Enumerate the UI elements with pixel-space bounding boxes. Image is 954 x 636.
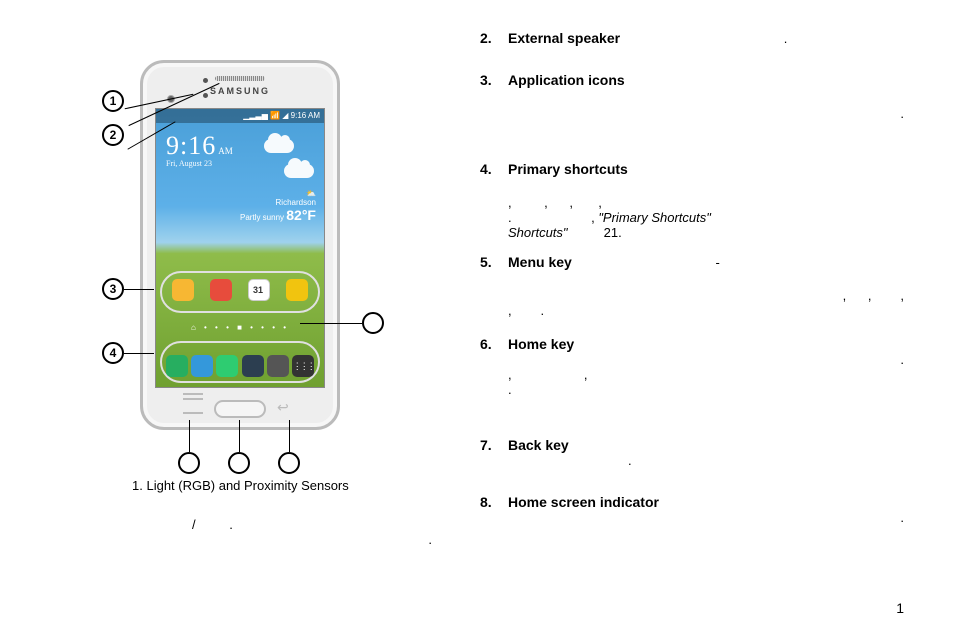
callout-marker-2: 2 — [102, 124, 124, 146]
page-number: 1 — [896, 600, 904, 616]
home-screen-indicator: ⌂ • • • ■ • • • • — [156, 323, 324, 332]
item-description: . — [900, 106, 904, 121]
apps-drawer-icon — [292, 355, 314, 377]
left-column: SAMSUNG ▁▂▃▅ 📶 ◢ 9:16 AM 9:16AM Fri, Aug… — [0, 0, 460, 636]
home-button-icon — [214, 400, 266, 418]
clock-ampm: AM — [218, 146, 233, 156]
item-number: 3. — [480, 72, 492, 88]
item-description: / . . — [132, 517, 432, 565]
cloud-icon — [284, 164, 314, 178]
item-description: . — [508, 382, 904, 397]
item-description: . — [508, 510, 904, 525]
weather-temp: 82°F — [286, 207, 316, 223]
callout-marker-4: 4 — [102, 342, 124, 364]
callout-line — [189, 420, 190, 452]
earpiece-icon — [215, 76, 265, 81]
phone-illustration: SAMSUNG ▁▂▃▅ 📶 ◢ 9:16 AM 9:16AM Fri, Aug… — [140, 60, 340, 430]
sensor-dot-icon — [203, 93, 208, 98]
app-icons-row — [164, 279, 316, 301]
email-icon — [210, 279, 232, 301]
list-item-1: 1. Light (RGB) and Proximity Sensors / .… — [110, 478, 432, 565]
sensor-dot-icon — [203, 78, 208, 83]
clock-date: Fri, August 23 — [166, 159, 233, 168]
item-description: , , — [508, 367, 904, 382]
callout-marker-3: 3 — [102, 278, 124, 300]
callout-line — [239, 420, 240, 452]
item-number: 4. — [480, 161, 492, 177]
status-bar: ▁▂▃▅ 📶 ◢ 9:16 AM — [156, 109, 324, 123]
list-item-7: 7. Back key . — [480, 437, 904, 468]
desc-period: . — [428, 532, 432, 547]
callout-marker-blank — [278, 452, 300, 474]
item-term: External speaker — [508, 30, 620, 46]
cross-reference: "Primary Shortcuts" — [598, 210, 711, 225]
item-term: Light (RGB) and Proximity Sensors — [146, 478, 348, 493]
notes-icon — [286, 279, 308, 301]
item-number: 2. — [480, 30, 492, 46]
callout-line — [289, 420, 290, 452]
list-item-6: 6. Home key . , , . — [480, 336, 904, 397]
contacts-icon — [172, 279, 194, 301]
cross-reference-tail: Shortcuts" — [508, 225, 568, 240]
page-ref: 21. — [568, 225, 622, 240]
clock-widget: 9:16AM Fri, August 23 — [166, 131, 233, 168]
item-term: Back key — [508, 437, 569, 453]
callout-marker-blank — [228, 452, 250, 474]
messaging-icon — [191, 355, 213, 377]
chat-icon — [216, 355, 238, 377]
phone-body: SAMSUNG ▁▂▃▅ 📶 ◢ 9:16 AM 9:16AM Fri, Aug… — [140, 60, 340, 430]
item-term: Application icons — [508, 72, 625, 88]
item-term: Primary shortcuts — [508, 161, 628, 177]
list-item-2: 2. External speaker . — [480, 30, 904, 46]
item-term: Home screen indicator — [508, 494, 659, 510]
callout-marker-blank — [362, 312, 384, 334]
item-description: . — [628, 453, 904, 468]
list-item-8: 8. Home screen indicator . — [480, 494, 904, 525]
callout-line — [124, 289, 154, 290]
clock-time: 9:16 — [166, 131, 216, 160]
item-description: . — [508, 352, 904, 367]
desc-sep: / — [192, 517, 196, 532]
list-item-3: 3. Application icons . — [480, 72, 904, 121]
back-key-icon — [277, 403, 297, 414]
item-number: 7. — [480, 437, 492, 453]
callout-marker-blank — [178, 452, 200, 474]
weather-condition: Partly sunny — [240, 213, 284, 222]
menu-key-icon — [183, 403, 203, 414]
callout-line — [124, 353, 154, 354]
item-description: . — [784, 31, 788, 46]
dock-row — [164, 355, 316, 377]
item-description: . , "Primary Shortcuts" — [508, 210, 904, 225]
list-item-5: 5. Menu key - , , , , . — [480, 254, 904, 318]
calendar-icon — [248, 279, 270, 301]
item-number: 5. — [480, 254, 492, 270]
item-dash: - — [715, 255, 719, 270]
item-term: Menu key — [508, 254, 572, 270]
weather-icon: ⛅ — [240, 189, 316, 198]
phone-top: SAMSUNG — [143, 71, 337, 96]
item-number: 1. — [132, 478, 143, 493]
item-description: , , , , — [508, 195, 904, 210]
callout-marker-1: 1 — [102, 90, 124, 112]
cloud-icon — [264, 139, 294, 153]
desc-period: . — [229, 517, 233, 532]
item-number: 6. — [480, 336, 492, 352]
weather-location: Richardson — [240, 198, 316, 207]
phone-icon — [166, 355, 188, 377]
list-item-4: 4. Primary shortcuts , , , , . , "Primar… — [480, 161, 904, 240]
item-number: 8. — [480, 494, 492, 510]
weather-widget: ⛅ Richardson Partly sunny 82°F — [240, 189, 316, 223]
camera-icon — [267, 355, 289, 377]
item-description: , . — [508, 303, 904, 318]
callout-line — [300, 323, 362, 324]
right-column: 2. External speaker . 3. Application ico… — [460, 0, 954, 636]
phone-screen: ▁▂▃▅ 📶 ◢ 9:16 AM 9:16AM Fri, August 23 ⛅… — [155, 108, 325, 388]
item-description: , , , — [508, 288, 904, 303]
item-term: Home key — [508, 336, 574, 352]
browser-icon — [242, 355, 264, 377]
